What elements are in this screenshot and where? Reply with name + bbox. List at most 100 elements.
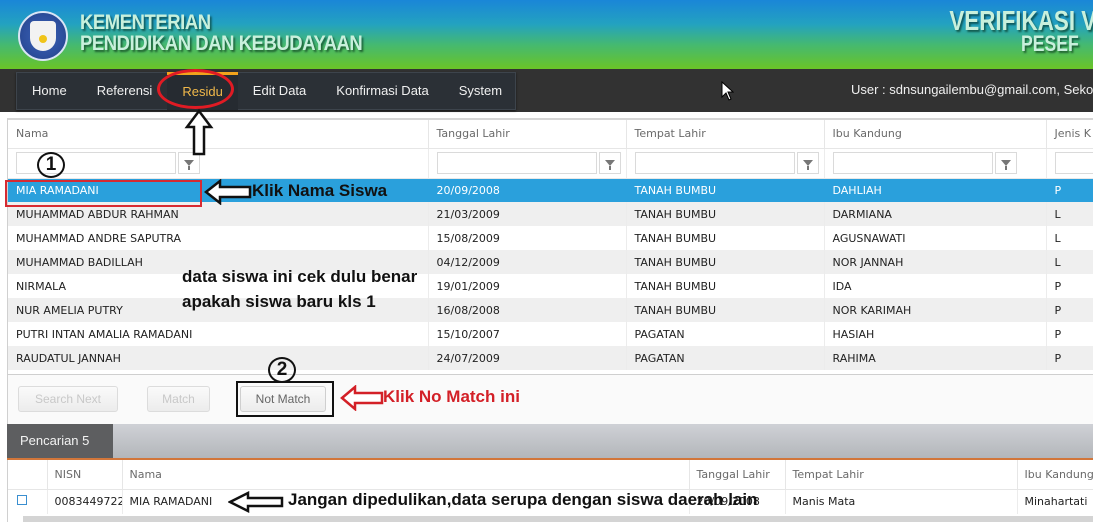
cell-tanggal-lahir: 19/01/2009 (428, 274, 627, 298)
menu-item-referensi[interactable]: Referensi (82, 72, 168, 110)
cell-ibu-kandung: IDA (824, 274, 1047, 298)
horizontal-scrollbar[interactable] (23, 516, 1093, 522)
cell-tempat-lahir: TANAH BUMBU (626, 178, 825, 202)
filter-icon (604, 160, 615, 170)
column-header-ibu-kandung[interactable]: Ibu Kandung (1017, 460, 1093, 490)
table-row[interactable]: NUR AMELIA PUTRY 16/08/2008 TANAH BUMBU … (8, 298, 1093, 322)
cell-tempat-lahir: Manis Mata (785, 489, 1018, 514)
cell-jenis-kelamin: L (1046, 250, 1093, 274)
cell-ibu-kandung: DAHLIAH (824, 178, 1047, 202)
cell-tempat-lahir: TANAH BUMBU (626, 226, 825, 250)
annotation-click-not-match: Klik No Match ini (383, 387, 520, 406)
app-title-line-2: PESEF (1021, 31, 1079, 56)
cell-ibu-kandung: DARMIANA (824, 202, 1047, 226)
menu-item-home[interactable]: Home (17, 72, 82, 110)
column-header-tempat-lahir[interactable]: Tempat Lahir (785, 460, 1018, 490)
up-arrow-icon (184, 109, 214, 156)
table-row[interactable]: MUHAMMAD BADILLAH 04/12/2009 TANAH BUMBU… (8, 250, 1093, 274)
filter-button-ibu-kandung[interactable] (994, 152, 1017, 174)
cell-tanggal-lahir: 24/07/2009 (428, 346, 627, 370)
cell-tanggal-lahir: 04/12/2009 (428, 250, 627, 274)
cell-jenis-kelamin: P (1046, 322, 1093, 346)
cell-ibu-kandung: Minahartati (1017, 489, 1093, 514)
cell-tanggal-lahir: 15/08/2009 (428, 226, 627, 250)
filter-input-tempat-lahir[interactable] (634, 152, 795, 174)
cell-jenis-kelamin: P (1046, 178, 1093, 202)
cell-ibu-kandung: NOR KARIMAH (824, 298, 1047, 322)
cell-tempat-lahir: TANAH BUMBU (626, 202, 825, 226)
cell-tempat-lahir: TANAH BUMBU (626, 274, 825, 298)
left-arrow-icon (204, 179, 252, 205)
cell-jenis-kelamin: P (1046, 298, 1093, 322)
table-row[interactable]: NIRMALA 19/01/2009 TANAH BUMBU IDA P (8, 274, 1093, 298)
row-select-checkbox[interactable] (17, 495, 27, 506)
mouse-cursor-icon (721, 81, 734, 101)
cell-tanggal-lahir: 16/08/2008 (428, 298, 627, 322)
match-button[interactable]: Match (147, 386, 210, 412)
cell-tempat-lahir: PAGATAN (626, 346, 825, 370)
annotation-ignore-similar-data: Jangan dipedulikan,data serupa dengan si… (288, 490, 758, 509)
cell-nama[interactable]: RAUDATUL JANNAH (8, 346, 429, 370)
menu-item-edit-data[interactable]: Edit Data (238, 72, 321, 110)
ministry-name: KEMENTERIAN PENDIDIKAN DAN KEBUDAYAAN (80, 11, 363, 54)
main-menu: Home Referensi Residu Edit Data Konfirma… (16, 72, 516, 110)
step-1-badge: 1 (37, 152, 65, 178)
column-header-tempat-lahir[interactable]: Tempat Lahir (626, 120, 825, 149)
student-grid: Nama Tanggal Lahir Tempat Lahir Ibu Kand… (7, 118, 1093, 374)
student-table: Nama Tanggal Lahir Tempat Lahir Ibu Kand… (8, 120, 1093, 370)
filter-row (8, 148, 1093, 179)
cell-jenis-kelamin: P (1046, 274, 1093, 298)
filter-button-tempat-lahir[interactable] (796, 152, 819, 174)
step-2-badge: 2 (268, 357, 296, 383)
table-row[interactable]: PUTRI INTAN AMALIA RAMADANI 15/10/2007 P… (8, 322, 1093, 346)
cell-ibu-kandung: AGUSNAWATI (824, 226, 1047, 250)
cell-jenis-kelamin: P (1046, 346, 1093, 370)
column-header-jenis-kelamin[interactable]: Jenis K (1046, 120, 1093, 149)
cell-ibu-kandung: NOR JANNAH (824, 250, 1047, 274)
filter-input-ibu-kandung[interactable] (832, 152, 993, 174)
cell-nama[interactable]: PUTRI INTAN AMALIA RAMADANI (8, 322, 429, 346)
column-header-select (8, 460, 48, 490)
menu-item-system[interactable]: System (444, 72, 517, 110)
header-row: Nama Tanggal Lahir Tempat Lahir Ibu Kand… (8, 120, 1093, 149)
column-header-nama[interactable]: Nama (8, 120, 429, 149)
column-header-nisn[interactable]: NISN (47, 460, 123, 490)
column-header-nama[interactable]: Nama (122, 460, 690, 490)
annotation-click-student-name: Klik Nama Siswa (252, 181, 388, 200)
filter-input-tanggal-lahir[interactable] (436, 152, 597, 174)
cell-tanggal-lahir: 21/03/2009 (428, 202, 627, 226)
table-row[interactable]: RAUDATUL JANNAH 24/07/2009 PAGATAN RAHIM… (8, 346, 1093, 370)
result-header-row: NISN Nama Tanggal Lahir Tempat Lahir Ibu… (8, 460, 1093, 490)
cell-jenis-kelamin: L (1046, 226, 1093, 250)
menu-item-konfirmasi-data[interactable]: Konfirmasi Data (321, 72, 443, 110)
filter-input-jenis-kelamin[interactable] (1054, 152, 1093, 174)
table-row[interactable]: MUHAMMAD ANDRE SAPUTRA 15/08/2009 TANAH … (8, 226, 1093, 250)
filter-button-tanggal-lahir[interactable] (598, 152, 621, 174)
tab-pencarian[interactable]: Pencarian 5 (7, 424, 113, 458)
filter-icon (184, 160, 194, 170)
result-tab-bar: Pencarian 5 (7, 424, 1093, 460)
page: KEMENTERIAN PENDIDIKAN DAN KEBUDAYAAN VE… (0, 0, 1093, 522)
column-header-tanggal-lahir[interactable]: Tanggal Lahir (689, 460, 786, 490)
cell-jenis-kelamin: L (1046, 202, 1093, 226)
filter-icon (1000, 160, 1011, 170)
search-next-button[interactable]: Search Next (18, 386, 118, 412)
cell-tanggal-lahir: 15/10/2007 (428, 322, 627, 346)
column-header-tanggal-lahir[interactable]: Tanggal Lahir (428, 120, 627, 149)
red-left-arrow-icon (340, 385, 384, 411)
tut-wuri-handayani-logo-icon (18, 11, 68, 61)
user-info: User : sdnsungailembu@gmail.com, Sekola (851, 82, 1093, 97)
app-title: VERIFIKASI VA PESEF (950, 7, 1093, 56)
cell-nama[interactable]: MUHAMMAD ANDRE SAPUTRA (8, 226, 429, 250)
residu-highlight-ellipse (157, 69, 234, 109)
annotation-check-data-line2: apakah siswa baru kls 1 (182, 292, 376, 311)
annotation-check-data-line1: data siswa ini cek dulu benar (182, 267, 418, 286)
cell-nisn: 0083449722 (47, 489, 123, 514)
cell-ibu-kandung: RAHIMA (824, 346, 1047, 370)
ministry-line-1: KEMENTERIAN (80, 11, 211, 34)
cell-tempat-lahir: TANAH BUMBU (626, 298, 825, 322)
cell-ibu-kandung: HASIAH (824, 322, 1047, 346)
column-header-ibu-kandung[interactable]: Ibu Kandung (824, 120, 1047, 149)
cell-tempat-lahir: PAGATAN (626, 322, 825, 346)
left-arrow-icon (228, 491, 284, 513)
